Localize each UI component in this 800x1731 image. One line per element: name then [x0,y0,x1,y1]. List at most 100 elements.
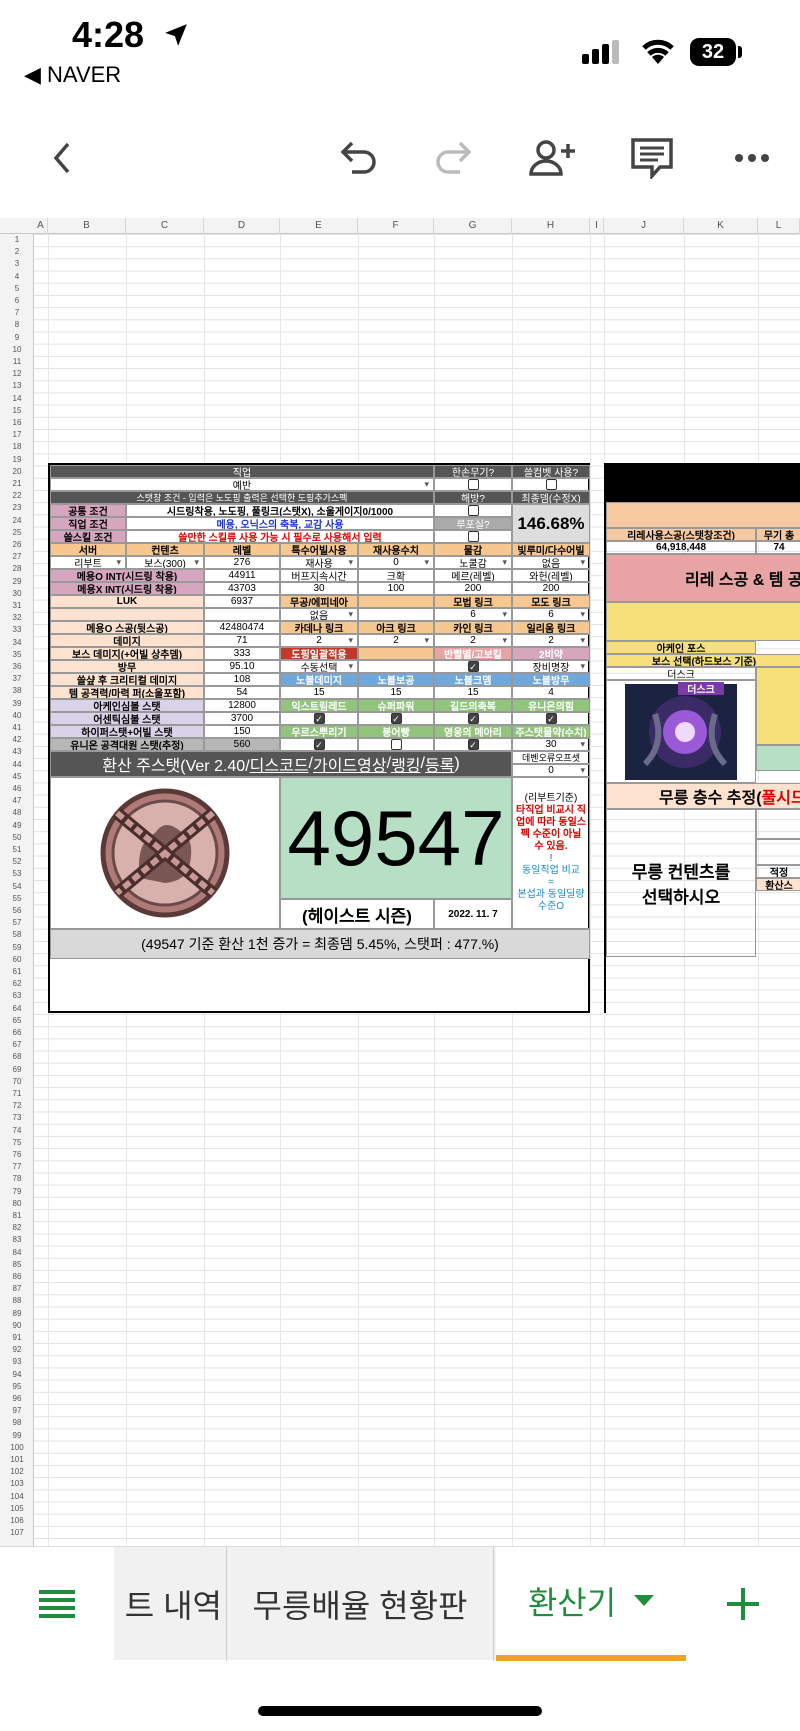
row-number[interactable]: 106 [0,1515,34,1527]
stat-cell[interactable]: 2 [434,634,512,647]
mureung-select-prompt[interactable]: 무릉 컨텐츠를 선택하시오 [606,809,756,957]
row-number[interactable]: 12 [0,368,34,380]
haebang-checkbox-cell[interactable] [434,504,512,517]
column-header[interactable]: D [204,218,280,234]
server-select[interactable]: 리부트 [50,556,126,569]
stat-cell[interactable]: 30 [512,738,590,751]
row-number[interactable]: 17 [0,429,34,441]
row-number[interactable]: 75 [0,1137,34,1149]
row-number[interactable]: 18 [0,441,34,453]
column-header[interactable]: F [358,218,434,234]
row-number[interactable]: 51 [0,844,34,856]
tab-converter[interactable]: 환산기 [496,1547,686,1661]
row-number[interactable]: 15 [0,405,34,417]
row-number[interactable]: 61 [0,966,34,978]
stat-cell[interactable]: 108 [204,673,280,686]
stat-cell[interactable]: 44911 [204,569,280,582]
row-number[interactable]: 64 [0,1003,34,1015]
row-number[interactable]: 87 [0,1283,34,1295]
row-number[interactable]: 46 [0,783,34,795]
row-number[interactable]: 38 [0,685,34,697]
stat-cell[interactable] [358,647,434,660]
row-number[interactable]: 82 [0,1222,34,1234]
row-number[interactable]: 21 [0,478,34,490]
row-number[interactable]: 9 [0,332,34,344]
row-number[interactable]: 39 [0,698,34,710]
row-number[interactable]: 29 [0,576,34,588]
row-number[interactable]: 73 [0,1112,34,1124]
row-number[interactable]: 40 [0,710,34,722]
stat-cell[interactable]: 42480474 [204,621,280,634]
stat-cell[interactable]: 95.10 [204,660,280,673]
row-number[interactable]: 16 [0,417,34,429]
undo-icon[interactable] [334,136,382,180]
row-number[interactable]: 105 [0,1503,34,1515]
one-hand-checkbox-cell[interactable] [434,478,512,491]
row-number[interactable]: 70 [0,1076,34,1088]
row-number[interactable]: 5 [0,283,34,295]
row-number[interactable]: 27 [0,551,34,563]
option-checkbox[interactable] [467,739,479,750]
row-number[interactable]: 44 [0,759,34,771]
stat-cell[interactable]: 버프지속시간 [280,569,358,582]
column-header[interactable]: A [34,218,48,234]
row-number[interactable]: 34 [0,637,34,649]
stat-cell[interactable]: 6 [434,608,512,621]
guide-video-link[interactable]: 가이드영상 [313,752,387,776]
spreadsheet[interactable]: ABCDEFGHIJKL 1 2 3 4 5 6 7 8 9 10 11 12 13 14 15 16 17 18… [0,218,800,1546]
row-number[interactable]: 80 [0,1198,34,1210]
row-number[interactable]: 35 [0,649,34,661]
row-number[interactable]: 13 [0,380,34,392]
stat-cell[interactable]: 200 [434,582,512,595]
row-number[interactable]: 19 [0,454,34,466]
column-header[interactable]: G [434,218,512,234]
stat-cell[interactable]: 2 [280,634,358,647]
row-number[interactable]: 33 [0,624,34,636]
column-header[interactable]: B [48,218,126,234]
row-number[interactable]: 95 [0,1381,34,1393]
row-number[interactable]: 42 [0,734,34,746]
row-number[interactable]: 53 [0,868,34,880]
row-number[interactable]: 23 [0,502,34,514]
stat-cell[interactable]: 없음 [280,608,358,621]
haebang-checkbox[interactable] [467,505,479,516]
row-number[interactable]: 10 [0,344,34,356]
tab-mureung-board[interactable]: 무릉배율 현황판 [226,1547,494,1661]
paint-select[interactable]: 노쿨감 [434,556,512,569]
row-number[interactable]: 58 [0,929,34,941]
row-number[interactable]: 89 [0,1308,34,1320]
stat-cell[interactable]: 무공/에피네아 [280,595,358,608]
row-number[interactable]: 71 [0,1088,34,1100]
row-number[interactable]: 24 [0,515,34,527]
option-checkbox[interactable] [545,713,557,724]
stat-cell[interactable]: 333 [204,647,280,660]
level-value[interactable]: 276 [204,556,280,569]
stat-cell[interactable]: 30 [280,582,358,595]
stat-cell[interactable]: 아크 링크 [358,621,434,634]
stat-cell[interactable]: 150 [204,725,280,738]
row-number[interactable]: 85 [0,1259,34,1271]
row-number[interactable]: 83 [0,1234,34,1246]
row-number[interactable]: 69 [0,1064,34,1076]
stat-cell[interactable]: 영웅의 메아리 [434,725,512,738]
row-number[interactable]: 1 [0,234,34,246]
stat-cell[interactable] [204,608,280,621]
stat-cell[interactable] [434,660,512,673]
stat-cell[interactable]: 6937 [204,595,280,608]
sol-erda-checkbox-cell[interactable] [512,478,590,491]
option-checkbox[interactable] [313,739,325,750]
stat-cell[interactable]: 모도 링크 [512,595,590,608]
stat-cell[interactable]: 붕어빵 [358,725,434,738]
stat-cell[interactable]: 메르(레벨) [434,569,512,582]
row-number[interactable]: 4 [0,271,34,283]
reuse-select[interactable]: 0 [358,556,434,569]
stat-cell[interactable]: 4 [512,686,590,699]
row-number[interactable]: 103 [0,1478,34,1490]
row-number[interactable]: 57 [0,917,34,929]
row-number[interactable]: 52 [0,856,34,868]
stat-cell[interactable]: 유니온의힘 [512,699,590,712]
stat-cell[interactable] [358,660,434,673]
option-checkbox[interactable] [467,661,479,672]
back-arrow-icon[interactable] [38,136,86,180]
stat-cell[interactable]: 주스탯물약(수치) [512,725,590,738]
